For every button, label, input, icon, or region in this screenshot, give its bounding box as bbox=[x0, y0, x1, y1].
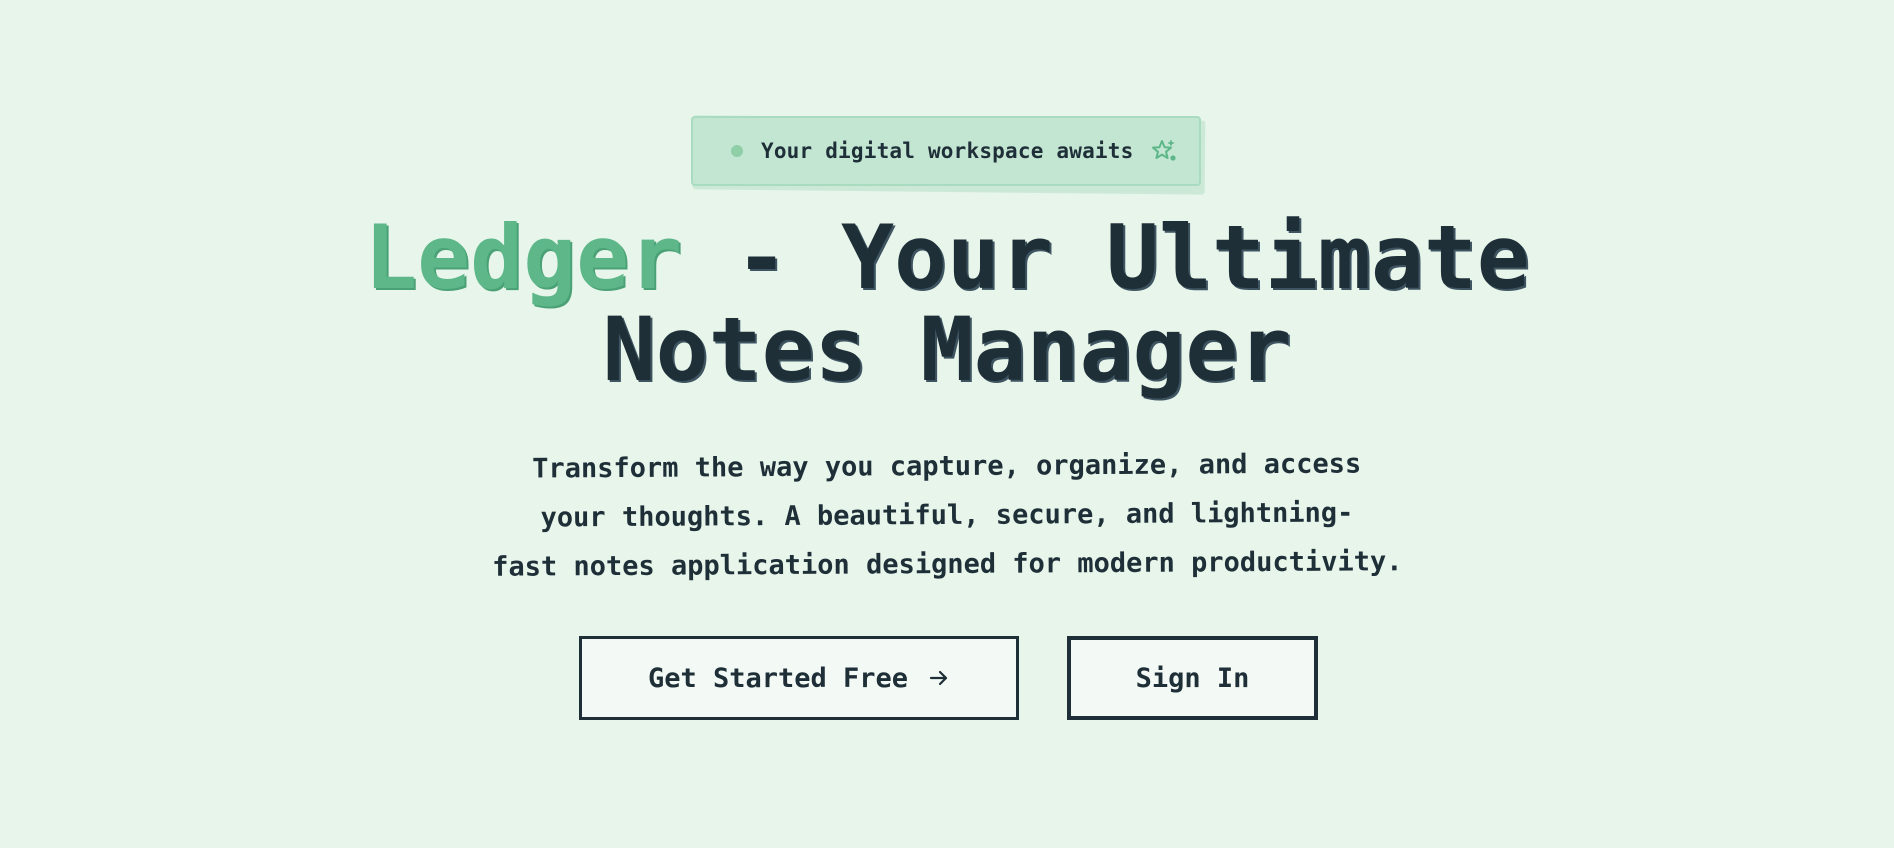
tagline-badge: Your digital workspace awaits bbox=[691, 115, 1206, 195]
description-line2: your thoughts. A beautiful, secure, and … bbox=[540, 497, 1354, 534]
badge-text: Your digital workspace awaits bbox=[761, 139, 1134, 163]
description-line1: Transform the way you capture, organize,… bbox=[532, 448, 1362, 485]
sign-in-button[interactable]: Sign In bbox=[1067, 636, 1318, 720]
page-title: Ledger - Your Ultimate Notes Manager bbox=[0, 212, 1894, 396]
hero-section: Your digital workspace awaits Ledger - Y… bbox=[0, 0, 1894, 848]
title-line1-rest: - Your Ultimate bbox=[682, 206, 1530, 309]
get-started-button[interactable]: Get Started Free bbox=[579, 636, 1019, 720]
arrow-right-icon bbox=[929, 670, 948, 686]
brand-name: Ledger bbox=[364, 206, 683, 309]
badge-body: Your digital workspace awaits bbox=[691, 116, 1201, 186]
description-line3: fast notes application designed for mode… bbox=[492, 546, 1403, 583]
sign-in-label: Sign In bbox=[1135, 662, 1250, 694]
dot-icon bbox=[731, 145, 743, 157]
hero-description: Transform the way you capture, organize,… bbox=[430, 439, 1465, 592]
title-line2: Notes Manager bbox=[602, 298, 1292, 401]
sparkle-star-icon bbox=[1152, 140, 1177, 161]
get-started-label: Get Started Free bbox=[647, 662, 909, 694]
